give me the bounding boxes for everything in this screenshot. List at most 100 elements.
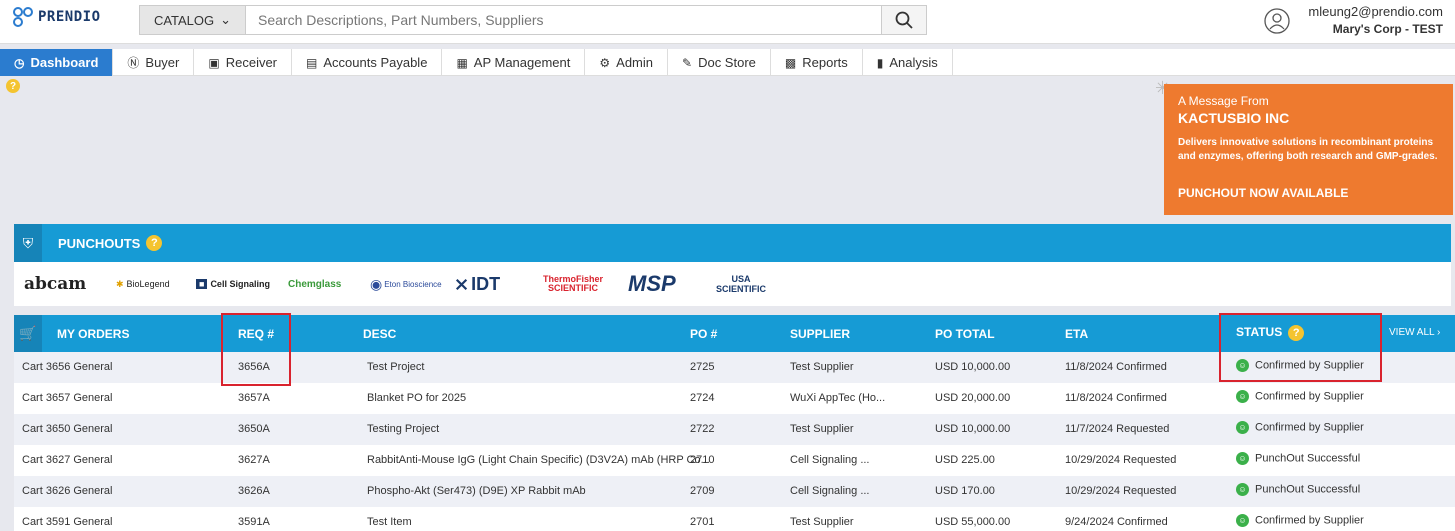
pen-icon: ✎ — [682, 55, 693, 70]
order-status: ☺ Confirmed by Supplier — [1236, 390, 1364, 403]
order-total: USD 225.00 — [935, 454, 995, 466]
vendor-chemglass[interactable]: Chemglass — [288, 279, 341, 290]
table-row[interactable]: Cart 3626 General 3626A Phospho-Akt (Ser47… — [14, 476, 1455, 507]
req-highlight-box — [221, 313, 291, 386]
nav-dashboard[interactable]: ◷ Dashboard — [0, 49, 114, 76]
order-eta: 11/8/2024 Confirmed — [1065, 361, 1167, 373]
order-supplier: Test Supplier — [790, 516, 854, 528]
order-po[interactable]: 2701 — [690, 516, 714, 528]
cart-icon: 🛒 — [14, 315, 42, 352]
order-po[interactable]: 2722 — [690, 423, 714, 435]
order-po[interactable]: 2709 — [690, 485, 714, 497]
order-cart[interactable]: Cart 3657 General — [22, 392, 113, 404]
logo-text: PRENDIO — [38, 9, 101, 25]
smiley-icon: ☺ — [1236, 452, 1249, 465]
order-status-text: PunchOut Successful — [1255, 483, 1361, 496]
col-po-total[interactable]: PO TOTAL — [935, 327, 995, 341]
order-status: ☺ PunchOut Successful — [1236, 483, 1360, 496]
punchouts-help-icon[interactable]: ? — [146, 235, 163, 251]
order-eta: 11/7/2024 Requested — [1065, 423, 1170, 435]
vendor-eton[interactable]: ◉ Eton Bioscience — [370, 276, 442, 293]
cell-signaling-icon: ■ — [196, 279, 208, 289]
order-req[interactable]: 3650A — [238, 423, 270, 435]
calendar-icon: ▣ — [208, 55, 220, 70]
order-desc: Testing Project — [367, 423, 440, 435]
vendor-thermofisher[interactable]: ThermoFisher SCIENTIFIC — [538, 275, 608, 293]
document-icon: ▤ — [306, 55, 318, 70]
order-eta: 9/24/2024 Confirmed — [1065, 516, 1168, 528]
biolegend-icon: ✱ — [116, 278, 124, 289]
nav-analysis[interactable]: ▮ Analysis — [863, 49, 953, 76]
table-row[interactable]: Cart 3650 General 3650A Testing Project 272… — [14, 414, 1455, 445]
bar-chart-icon: ▮ — [876, 55, 884, 70]
vendor-cell-signaling[interactable]: ■ Cell Signaling — [196, 279, 270, 289]
order-desc: Test Project — [367, 361, 425, 373]
nav-receiver[interactable]: ▣ Receiver — [194, 49, 293, 76]
smiley-icon: ☺ — [1236, 390, 1249, 403]
vendor-message-card[interactable]: A Message From KACTUSBIO INC Delivers in… — [1164, 84, 1453, 215]
calculator-icon: ▦ — [456, 55, 468, 70]
punchout-vendors: abcam ✱ BioLegend ■ Cell Signaling Chemgla… — [14, 262, 1451, 306]
prendio-logo[interactable]: PRENDIO — [12, 6, 101, 28]
order-status-text: Confirmed by Supplier — [1255, 514, 1364, 527]
order-po[interactable]: 2724 — [690, 392, 714, 404]
order-supplier: Test Supplier — [790, 361, 854, 373]
order-eta: 10/29/2024 Requested — [1065, 454, 1177, 466]
vendor-msp[interactable]: MSP — [628, 271, 676, 297]
vendor-biolegend[interactable]: ✱ BioLegend — [116, 279, 170, 290]
order-cart[interactable]: Cart 3591 General — [22, 516, 113, 528]
order-eta: 11/8/2024 Confirmed — [1065, 392, 1167, 404]
order-req[interactable]: 3626A — [238, 485, 270, 497]
basket-icon: ⛨ — [14, 224, 42, 262]
order-status: ☺ Confirmed by Supplier — [1236, 514, 1364, 527]
order-req[interactable]: 3591A — [238, 516, 270, 528]
orders-title: MY ORDERS — [57, 327, 130, 341]
table-row[interactable]: Cart 3657 General 3657A Blanket PO for 202… — [14, 383, 1455, 414]
user-avatar-icon[interactable] — [1264, 6, 1290, 41]
nav-ap-management[interactable]: ▦ AP Management — [442, 49, 586, 76]
message-company: KACTUSBIO INC — [1178, 110, 1290, 126]
message-body: Delivers innovative solutions in recombi… — [1178, 137, 1438, 162]
order-req[interactable]: 3657A — [238, 392, 270, 404]
order-cart[interactable]: Cart 3627 General — [22, 454, 113, 466]
table-row[interactable]: Cart 3627 General 3627A RabbitAnti-Mouse I… — [14, 445, 1455, 476]
smiley-icon: ☺ — [1236, 514, 1249, 527]
vendor-abcam[interactable]: abcam — [24, 274, 86, 294]
order-req[interactable]: 3627A — [238, 454, 270, 466]
order-desc: Test Item — [367, 516, 412, 528]
order-cart[interactable]: Cart 3656 General — [22, 361, 113, 373]
nav-admin[interactable]: ⚙ Admin — [585, 49, 669, 76]
help-icon[interactable]: ? — [6, 79, 20, 93]
message-cta[interactable]: PUNCHOUT NOW AVAILABLE — [1178, 186, 1439, 200]
main-nav: ◷ Dashboard Ⓝ Buyer ▣ Receiver ▤ Accounts Pa… — [0, 49, 1455, 76]
search-button[interactable] — [881, 5, 927, 35]
order-supplier: Test Supplier — [790, 423, 854, 435]
col-supplier[interactable]: SUPPLIER — [790, 327, 850, 341]
col-po[interactable]: PO # — [690, 327, 717, 341]
smiley-icon: ☺ — [1236, 421, 1249, 434]
order-desc: RabbitAnti-Mouse IgG (Light Chain Specif… — [367, 454, 710, 466]
order-cart[interactable]: Cart 3650 General — [22, 423, 113, 435]
user-email[interactable]: mleung2@prendio.com — [1308, 4, 1443, 19]
order-cart[interactable]: Cart 3626 General — [22, 485, 113, 497]
nav-doc-store[interactable]: ✎ Doc Store — [668, 49, 771, 76]
col-eta[interactable]: ETA — [1065, 327, 1088, 341]
vendor-idt[interactable]: ⨯ IDT — [454, 274, 500, 295]
order-supplier: WuXi AppTec (Ho... — [790, 392, 886, 404]
vendor-usa-scientific[interactable]: USA SCIENTIFIC — [716, 274, 766, 294]
table-row[interactable]: Cart 3591 General 3591A Test Item 2701 Test … — [14, 507, 1455, 531]
col-desc[interactable]: DESC — [363, 327, 396, 341]
nav-accounts-payable[interactable]: ▤ Accounts Payable — [292, 49, 443, 76]
report-icon: ▩ — [784, 55, 797, 70]
order-status-text: Confirmed by Supplier — [1255, 421, 1364, 434]
nav-buyer[interactable]: Ⓝ Buyer — [113, 49, 195, 76]
order-po[interactable]: 2710 — [690, 454, 714, 466]
order-desc: Blanket PO for 2025 — [367, 392, 467, 404]
order-po[interactable]: 2725 — [690, 361, 714, 373]
view-all-link[interactable]: VIEW ALL › — [1389, 327, 1440, 338]
nav-reports[interactable]: ▩ Reports — [771, 49, 863, 76]
order-desc: Phospho-Akt (Ser473) (D9E) XP Rabbit mAb — [367, 485, 586, 497]
catalog-dropdown[interactable]: CATALOG ⌄ — [139, 5, 246, 35]
user-org[interactable]: Mary's Corp - TEST — [1333, 22, 1443, 36]
search-input[interactable] — [246, 5, 882, 35]
